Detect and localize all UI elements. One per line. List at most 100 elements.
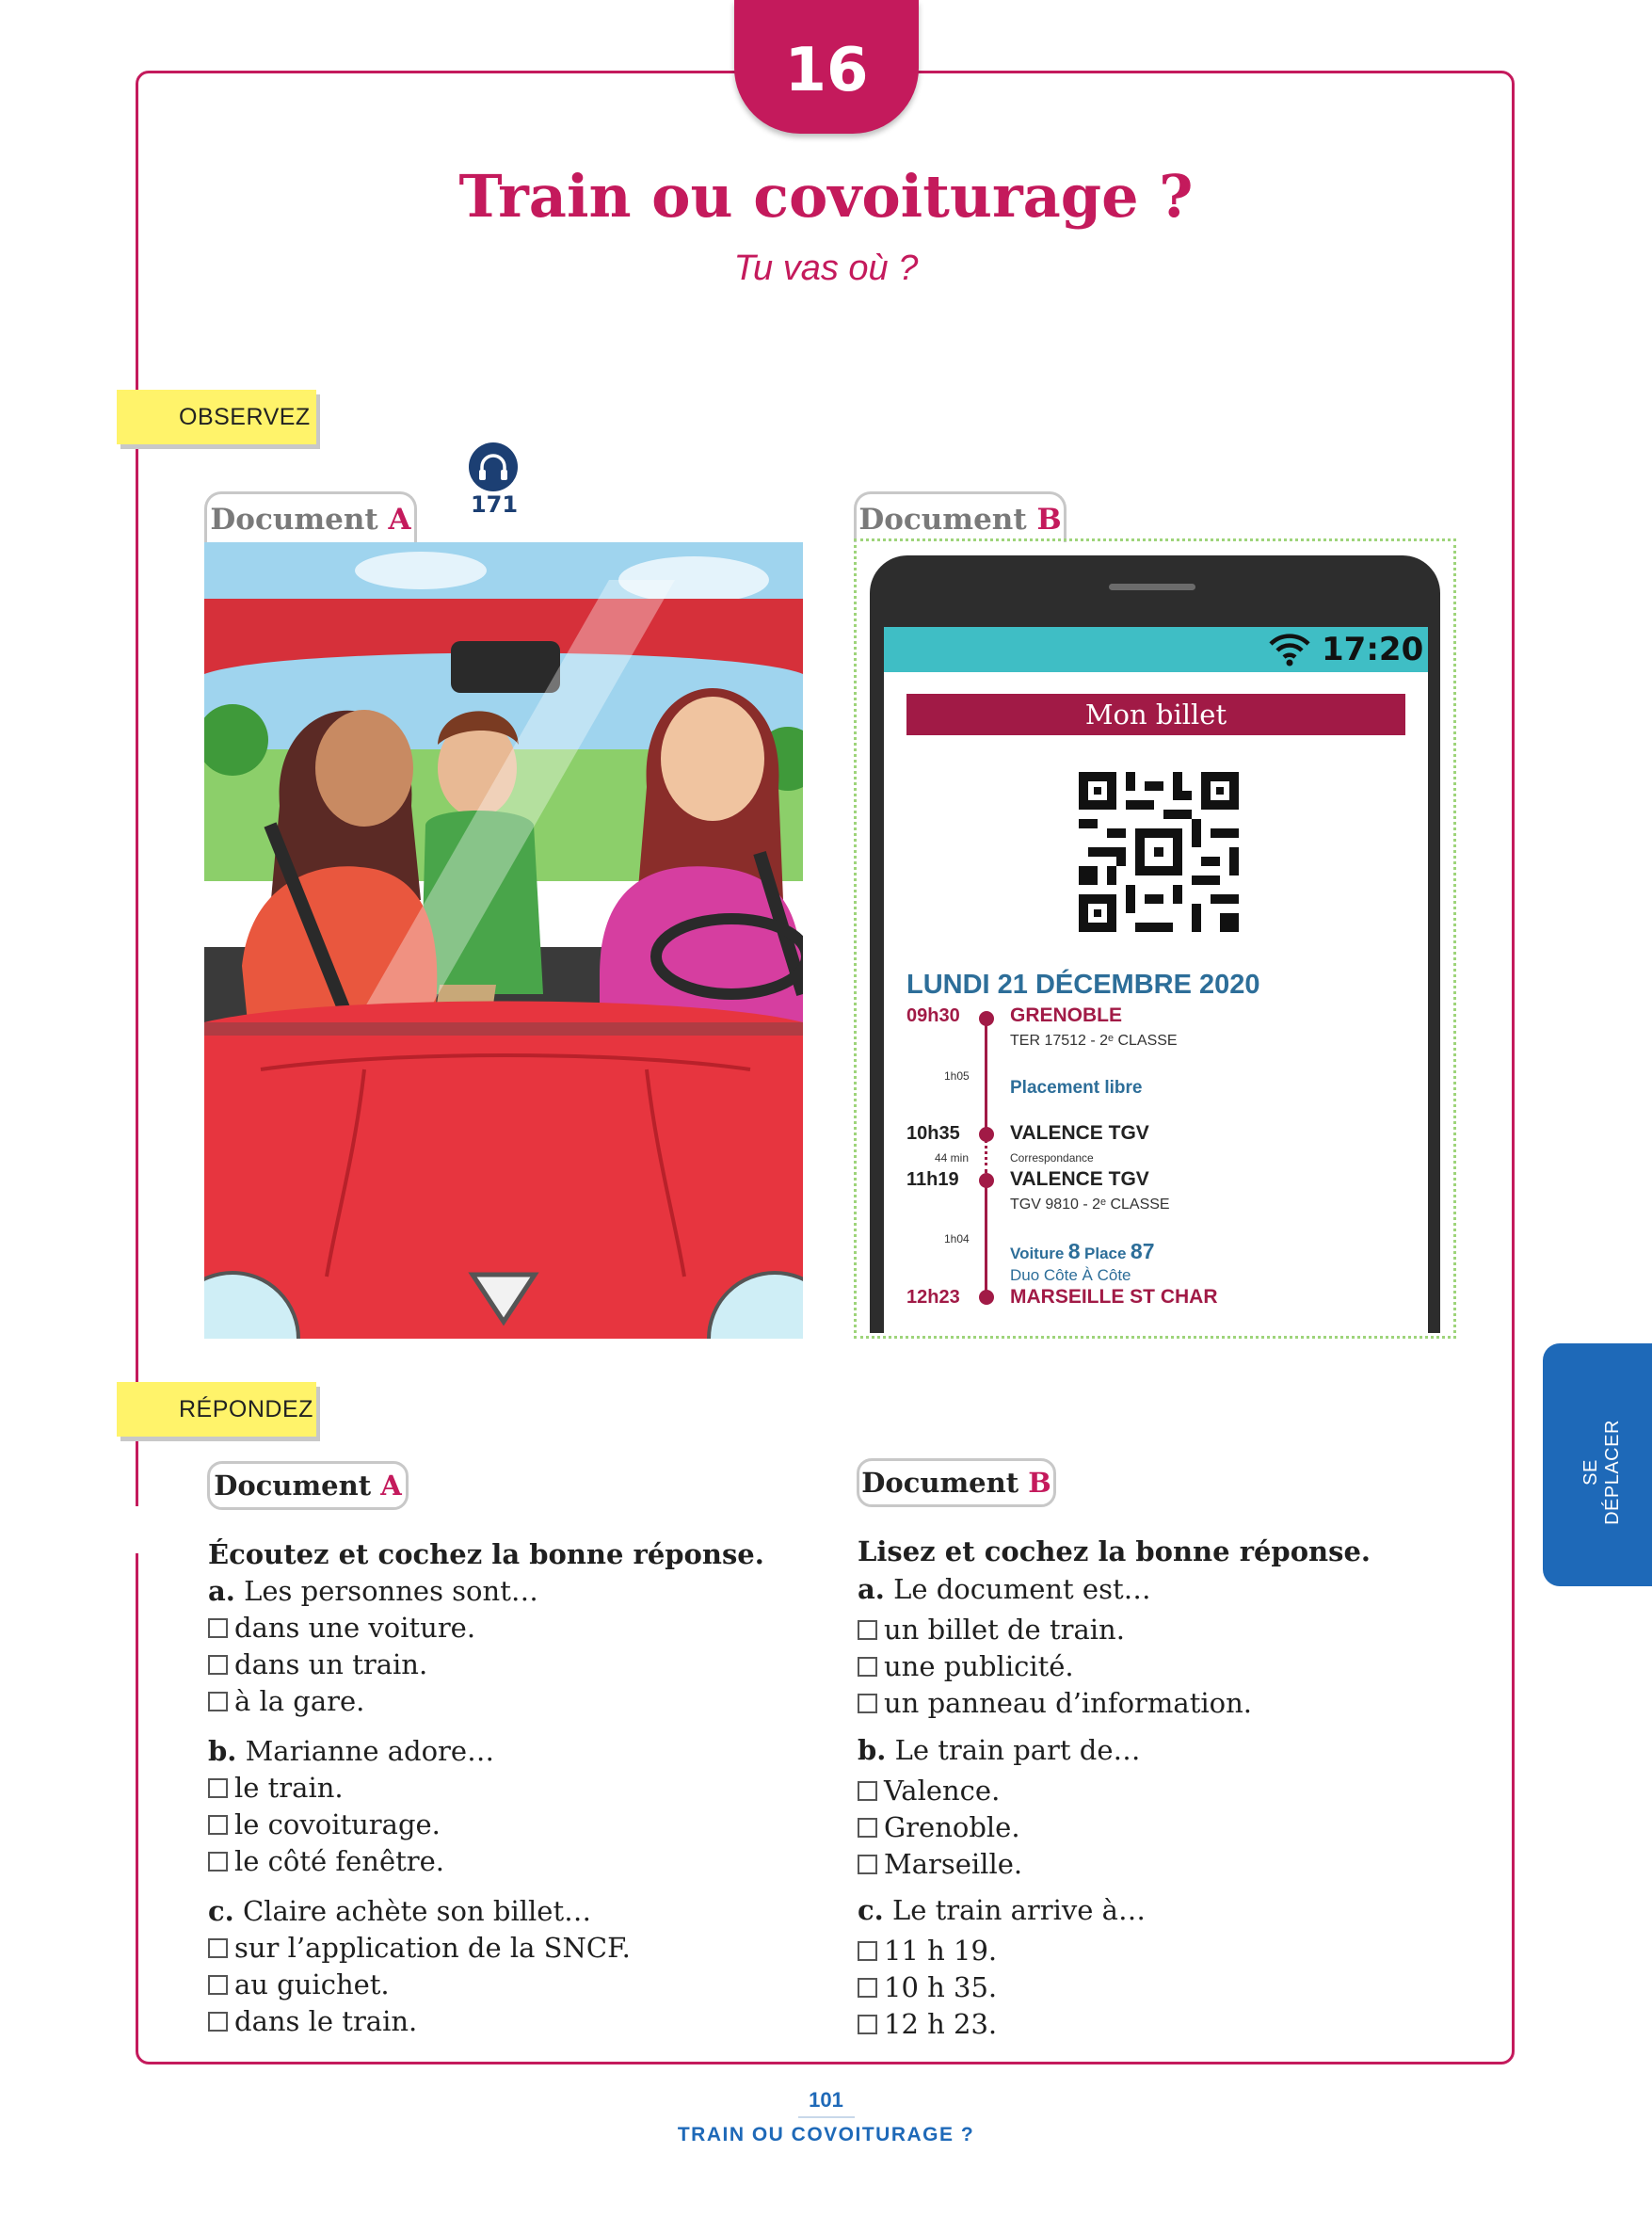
answer-option[interactable]: dans le train. — [208, 2005, 417, 2037]
option-label: un panneau d’information. — [884, 1687, 1252, 1719]
option-label: le covoiturage. — [234, 1808, 441, 1840]
stop-dot — [979, 1173, 994, 1188]
ticket-date: LUNDI 21 DÉCEMBRE 2020 — [906, 970, 1260, 1000]
option-label: au guichet. — [234, 1968, 390, 2000]
answer-option[interactable]: Marseille. — [858, 1848, 1022, 1880]
checkbox[interactable] — [208, 1654, 228, 1675]
headphones-icon[interactable] — [469, 442, 518, 491]
document-b-label: Document — [858, 503, 1027, 537]
place-label: Place — [1084, 1245, 1127, 1262]
checkbox[interactable] — [208, 1617, 228, 1638]
checkbox[interactable] — [858, 1940, 877, 1961]
page-title: Train ou covoiturage ? — [458, 162, 1194, 231]
pill-b-text: Document — [861, 1467, 1019, 1499]
leg-duration: 1h05 — [944, 1069, 970, 1083]
connection-duration: 44 min — [935, 1151, 970, 1165]
answer-document-a-label: Document A — [207, 1461, 409, 1510]
answer-option[interactable]: une publicité. — [858, 1650, 1074, 1682]
answer-option[interactable]: Valence. — [858, 1775, 1000, 1807]
option-label: dans un train. — [234, 1648, 428, 1680]
answer-option[interactable]: sur l’application de la SNCF. — [208, 1932, 631, 1964]
section-label-repondez: RÉPONDEZ — [117, 1382, 316, 1437]
answer-option[interactable]: à la gare. — [208, 1685, 364, 1717]
page-subtitle: Tu vas où ? — [733, 249, 919, 288]
doc-a-instruction: Écoutez et cochez la bonne réponse. — [208, 1538, 764, 1570]
answer-option[interactable]: un panneau d’information. — [858, 1687, 1252, 1719]
checkbox[interactable] — [858, 1854, 877, 1874]
answer-option[interactable]: 12 h 23. — [858, 2008, 997, 2040]
stop-dot — [979, 1011, 994, 1026]
leg-duration: 1h04 — [944, 1232, 970, 1245]
question-letter: b. — [208, 1735, 237, 1767]
document-b-letter: B — [1036, 503, 1062, 537]
train-detail: TGV 9810 - 2ᵉ CLASSE — [1010, 1197, 1170, 1213]
checkbox[interactable] — [208, 1814, 228, 1835]
checkbox[interactable] — [858, 1780, 877, 1801]
checkbox[interactable] — [208, 1691, 228, 1711]
stop-dot — [979, 1127, 994, 1142]
question-stem: a. Le document est… — [858, 1573, 1151, 1605]
pill-a-text: Document — [214, 1470, 372, 1502]
car-illustration — [204, 542, 803, 1339]
document-b-tab: Document B — [854, 491, 1067, 542]
option-label: le côté fenêtre. — [234, 1845, 445, 1877]
checkbox[interactable] — [858, 1656, 877, 1677]
option-label: 12 h 23. — [884, 2008, 998, 2040]
checkbox[interactable] — [858, 1817, 877, 1838]
answer-option[interactable]: au guichet. — [208, 1968, 390, 2000]
answer-option[interactable]: 10 h 35. — [858, 1971, 997, 2003]
answer-option[interactable]: 11 h 19. — [858, 1935, 997, 1967]
document-a-label: Document — [210, 503, 378, 537]
phone-speaker — [1109, 584, 1195, 590]
stop-time: 10h35 — [906, 1123, 960, 1144]
checkbox[interactable] — [858, 2014, 877, 2034]
seat-info: Placement libre — [1010, 1078, 1143, 1098]
answer-document-b-label: Document B — [857, 1458, 1056, 1507]
frame-gap — [130, 1506, 139, 1553]
option-label: dans une voiture. — [234, 1612, 476, 1644]
stop-station: VALENCE TGV — [1010, 1168, 1149, 1190]
checkbox[interactable] — [208, 2011, 228, 2032]
section-label-observez: OBSERVEZ — [117, 390, 316, 444]
checkbox[interactable] — [858, 1619, 877, 1640]
answer-option[interactable]: Grenoble. — [858, 1811, 1020, 1843]
checkbox[interactable] — [858, 1977, 877, 1998]
checkbox[interactable] — [208, 1851, 228, 1872]
answer-option[interactable]: un billet de train. — [858, 1614, 1125, 1646]
question-letter: b. — [858, 1734, 887, 1766]
question-letter: c. — [208, 1895, 234, 1927]
option-label: Marseille. — [884, 1848, 1023, 1880]
question-text: Claire achète son billet… — [242, 1895, 592, 1927]
stop-station: MARSEILLE ST CHAR — [1010, 1286, 1218, 1308]
answer-option[interactable]: le côté fenêtre. — [208, 1845, 444, 1877]
checkbox[interactable] — [208, 1777, 228, 1798]
timeline-segment — [985, 1019, 987, 1135]
ticket-banner: Mon billet — [906, 694, 1405, 735]
checkbox[interactable] — [858, 1693, 877, 1713]
document-a-letter: A — [388, 503, 411, 537]
option-label: sur l’application de la SNCF. — [234, 1932, 631, 1964]
answer-option[interactable]: le covoiturage. — [208, 1808, 441, 1840]
checkbox[interactable] — [208, 1974, 228, 1995]
answer-option[interactable]: le train. — [208, 1772, 344, 1804]
question-text: Le document est… — [893, 1573, 1151, 1605]
option-label: à la gare. — [234, 1685, 365, 1717]
stop-dot — [979, 1290, 994, 1305]
stop-time: 11h19 — [906, 1169, 959, 1190]
question-text: Le train part de… — [894, 1734, 1141, 1766]
option-label: Valence. — [884, 1775, 1001, 1807]
checkbox[interactable] — [208, 1937, 228, 1958]
stop-station: VALENCE TGV — [1010, 1122, 1149, 1144]
document-a-tab: Document A — [204, 491, 417, 542]
answer-option[interactable]: dans une voiture. — [208, 1612, 475, 1644]
stop-time: 12h23 — [906, 1287, 960, 1308]
status-time: 17:20 — [1322, 631, 1424, 668]
question-stem: b. Marianne adore… — [208, 1735, 494, 1767]
wifi-icon — [1267, 633, 1312, 667]
option-label: dans le train. — [234, 2005, 418, 2037]
qr-code[interactable] — [1079, 772, 1239, 932]
train-detail: TER 17512 - 2ᵉ CLASSE — [1010, 1033, 1178, 1049]
question-stem: c. Le train arrive à… — [858, 1894, 1146, 1926]
voiture-value: 8 — [1067, 1239, 1081, 1263]
answer-option[interactable]: dans un train. — [208, 1648, 427, 1680]
